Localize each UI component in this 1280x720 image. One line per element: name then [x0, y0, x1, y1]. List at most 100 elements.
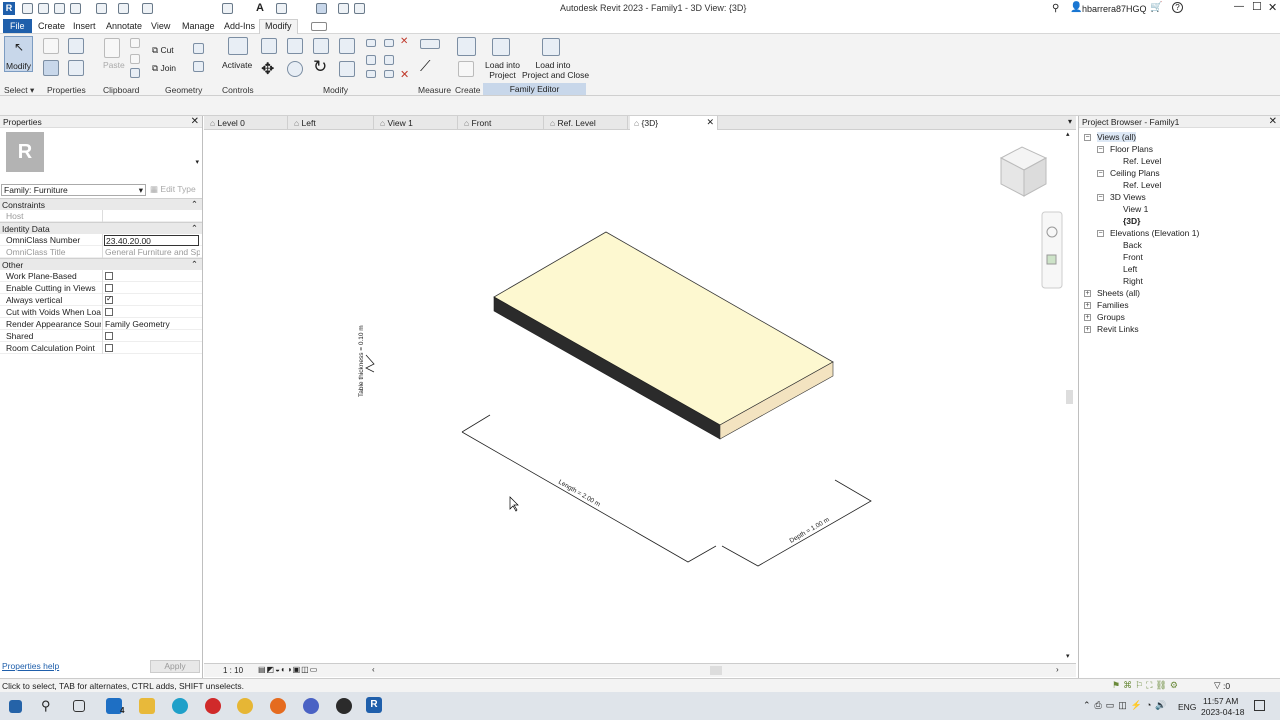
view-controls-icons[interactable]: ▤◩◒◐◑▣◫▭ [258, 665, 318, 674]
windows-start-icon[interactable] [9, 700, 22, 713]
apply-button[interactable]: Apply [150, 660, 200, 673]
firefox-icon[interactable] [270, 698, 286, 714]
notification-icon[interactable] [1254, 700, 1265, 711]
view-tab[interactable]: ⌂ Level 0 [206, 116, 288, 130]
family-types-icon[interactable] [68, 38, 84, 54]
property-checkbox[interactable] [105, 294, 113, 304]
browser-node[interactable]: Revit Links [1097, 324, 1139, 334]
cut-clipboard-icon[interactable] [130, 54, 140, 64]
close-tab-icon[interactable]: ✕ [706, 117, 714, 128]
tree-expander-icon[interactable]: − [1097, 146, 1104, 153]
scroll-thumb[interactable] [1066, 390, 1073, 404]
close-icon[interactable]: ✕ [191, 116, 199, 127]
array-icon[interactable] [366, 55, 376, 65]
property-checkbox[interactable] [105, 308, 113, 316]
tab-manage[interactable]: Manage [177, 20, 220, 32]
browser-node[interactable]: Groups [1097, 312, 1125, 322]
browser-node[interactable]: Ref. Level [1123, 156, 1161, 166]
scroll-up-icon[interactable]: ▴ [1066, 130, 1070, 138]
length-dimension[interactable]: Length = 2.00 m [557, 479, 601, 509]
file-explorer-icon[interactable] [139, 698, 155, 714]
load-close-button[interactable]: Load into Project and Close [522, 36, 589, 82]
system-tray-icons[interactable]: ⌃⎙▭◫⚡◔🔊 [1083, 700, 1171, 711]
move-icon[interactable]: ✥ [261, 59, 274, 79]
view-tab[interactable]: ⌂ Front [460, 116, 544, 130]
property-checkbox[interactable] [105, 272, 113, 280]
browser-node[interactable]: Front [1123, 252, 1143, 262]
close-hidden-icon[interactable] [338, 3, 349, 14]
match-icon[interactable] [130, 68, 140, 78]
save-icon[interactable] [38, 3, 49, 14]
collapse-icon[interactable]: ⌃ [191, 259, 198, 270]
aligned-dimension-icon[interactable] [420, 39, 440, 49]
sync-icon[interactable] [70, 3, 81, 14]
properties-section[interactable]: Other ⌃ [0, 258, 202, 270]
browser-node[interactable]: Right [1123, 276, 1143, 286]
tab-add-ins[interactable]: Add-Ins [219, 20, 260, 32]
redo-icon[interactable] [118, 3, 129, 14]
user-icon[interactable]: 👤 [1070, 2, 1082, 13]
split-icon[interactable] [366, 39, 376, 47]
create-tool-icon[interactable] [458, 61, 474, 77]
rotate-icon[interactable]: ↻ [313, 57, 327, 77]
tree-expander-icon[interactable]: + [1084, 290, 1091, 297]
sections-icon[interactable] [316, 3, 327, 14]
activate-icon[interactable] [228, 37, 248, 55]
app-icon[interactable] [303, 698, 319, 714]
undo-icon[interactable] [96, 3, 107, 14]
3d-viewport[interactable]: Table thickness = 0.10 m Length = 2.00 m… [204, 130, 1076, 663]
minimize-button[interactable]: — [1234, 1, 1244, 12]
delete-x-icon[interactable]: ✕ [400, 36, 408, 47]
status-icons[interactable]: ⚑⌘⚐⛶⛓⚙ [1112, 680, 1181, 691]
properties-section[interactable]: Constraints ⌃ [0, 198, 202, 210]
view-tab[interactable]: ⌂ {3D} ✕ [630, 116, 718, 130]
navigation-bar[interactable] [1041, 211, 1063, 289]
geometry-tool-2-icon[interactable] [193, 61, 204, 72]
measure-tool-icon[interactable]: ⟋ [420, 58, 431, 75]
mirror-axis-icon[interactable] [313, 38, 329, 54]
copy-element-icon[interactable] [287, 61, 303, 77]
property-value[interactable]: 23.40.20.00 [104, 235, 199, 246]
maximize-button[interactable]: ☐ [1252, 0, 1262, 13]
browser-node[interactable]: {3D} [1123, 216, 1140, 226]
tree-expander-icon[interactable]: − [1097, 170, 1104, 177]
paste-icon[interactable] [104, 38, 120, 58]
trim-extend-icon[interactable] [384, 70, 394, 78]
tree-expander-icon[interactable]: − [1084, 134, 1091, 141]
collapse-icon[interactable]: ⌃ [191, 223, 198, 234]
browser-node[interactable]: Ref. Level [1123, 180, 1161, 190]
drawing-canvas[interactable]: Table thickness = 0.10 m Length = 2.00 m… [204, 130, 1076, 663]
save-to-cloud-icon[interactable] [54, 3, 65, 14]
language-indicator[interactable]: ENG [1178, 702, 1196, 712]
horizontal-scroll-right-icon[interactable]: › [1056, 665, 1059, 674]
contextual-dropdown-icon[interactable] [311, 22, 327, 31]
scale-selector[interactable]: 1 : 10 [223, 666, 243, 675]
3d-view-icon[interactable] [276, 3, 287, 14]
edge-icon[interactable] [172, 698, 188, 714]
geometry-tool-1-icon[interactable] [193, 43, 204, 54]
browser-node[interactable]: Back [1123, 240, 1142, 250]
tabs-menu-icon[interactable]: ▾ [1068, 117, 1072, 126]
properties-toggle-icon[interactable] [43, 60, 59, 76]
clock-date[interactable]: 2023-04-18 [1201, 707, 1244, 717]
browser-node[interactable]: Floor Plans [1110, 144, 1153, 154]
search-icon[interactable]: ⚲ [41, 698, 51, 714]
browser-node[interactable]: Views (all) [1097, 132, 1137, 142]
close-icon[interactable]: ✕ [1269, 116, 1277, 127]
family-category-icon[interactable] [68, 60, 84, 76]
help-icon[interactable]: ? [1172, 2, 1183, 13]
modify-tool-button[interactable]: ↖ Modify [4, 36, 33, 72]
properties-section[interactable]: Identity Data ⌃ [0, 222, 202, 234]
browser-node[interactable]: Sheets (all) [1097, 288, 1140, 298]
horizontal-scroll-left-icon[interactable]: ‹ [372, 665, 375, 674]
align-icon[interactable] [261, 38, 277, 54]
browser-node[interactable]: Ceiling Plans [1110, 168, 1160, 178]
property-checkbox[interactable] [105, 344, 113, 352]
view-cube[interactable] [999, 146, 1048, 197]
text-icon[interactable]: A [256, 2, 264, 14]
tree-expander-icon[interactable]: + [1084, 314, 1091, 321]
task-view-icon[interactable] [73, 700, 85, 712]
recorder-icon[interactable] [336, 698, 352, 714]
scale-icon[interactable] [366, 70, 376, 78]
pin-icon[interactable] [384, 39, 394, 47]
